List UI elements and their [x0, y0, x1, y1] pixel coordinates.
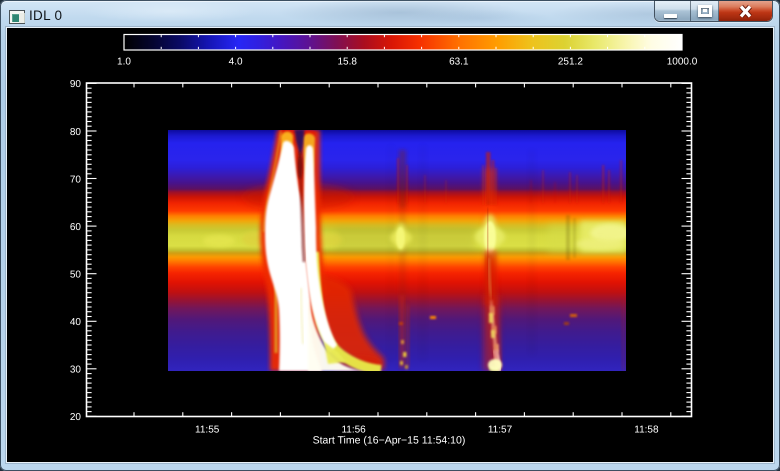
svg-text:11:58: 11:58 — [634, 425, 659, 436]
svg-text:20: 20 — [70, 412, 82, 423]
svg-text:70: 70 — [70, 174, 82, 185]
svg-text:Start Time (16−Apr−15 11:54:10: Start Time (16−Apr−15 11:54:10) — [313, 435, 466, 447]
svg-text:63.1: 63.1 — [449, 57, 469, 68]
svg-text:15.8: 15.8 — [337, 57, 357, 68]
svg-text:1000.0: 1000.0 — [667, 57, 698, 68]
svg-text:50: 50 — [70, 269, 82, 280]
svg-text:80: 80 — [70, 127, 82, 138]
svg-text:90: 90 — [70, 79, 82, 90]
svg-text:251.2: 251.2 — [558, 57, 583, 68]
svg-text:30: 30 — [70, 365, 82, 376]
svg-text:1.0: 1.0 — [117, 57, 131, 68]
svg-text:60: 60 — [70, 222, 82, 233]
svg-text:11:57: 11:57 — [488, 425, 513, 436]
svg-text:4.0: 4.0 — [229, 57, 243, 68]
svg-text:11:55: 11:55 — [195, 425, 220, 436]
svg-text:40: 40 — [70, 317, 82, 328]
